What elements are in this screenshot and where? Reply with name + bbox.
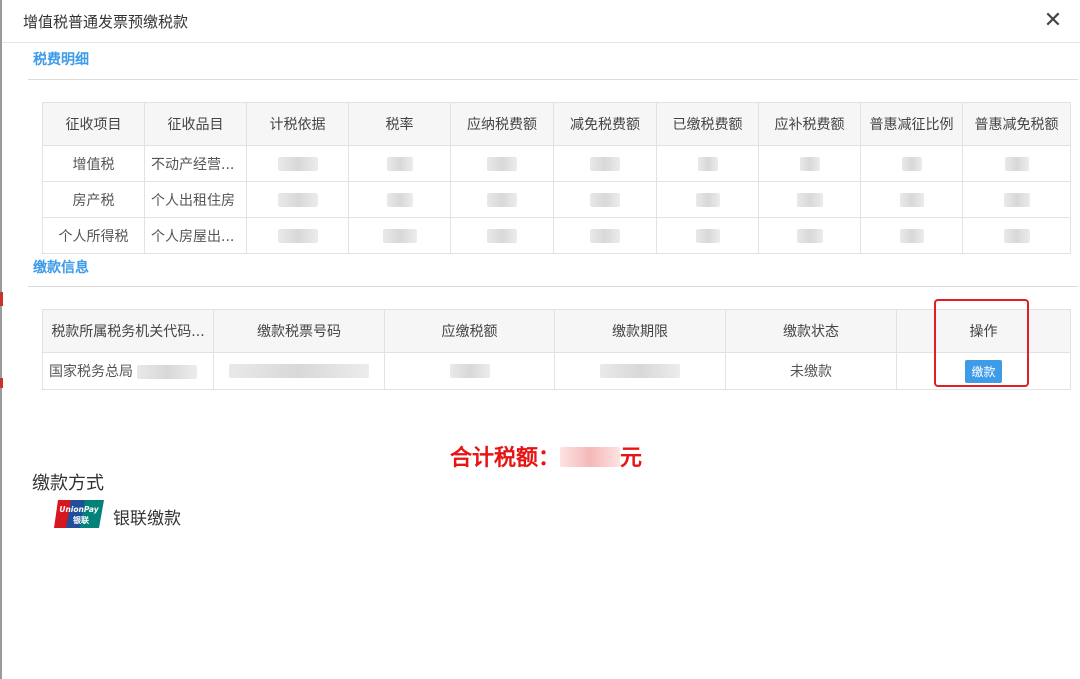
redacted-cell — [758, 217, 861, 254]
redacted-cell — [450, 181, 554, 218]
logo-text-bottom: 银联 — [72, 515, 89, 525]
cell-tax-authority: 国家税务总局 — [42, 352, 214, 390]
unionpay-option-label[interactable]: 银联缴款 — [113, 504, 181, 529]
redacted-cell — [553, 181, 657, 218]
redacted-cell — [962, 145, 1071, 182]
payment-info-table: 税款所属税务机关代码... 缴款税票号码 应缴税额 缴款期限 缴款状态 操作 国… — [42, 309, 1071, 390]
header-payment-status: 缴款状态 — [725, 309, 897, 353]
total-label: 合计税额： — [450, 446, 561, 471]
cell-levy-category: 个人出租住房 — [144, 181, 247, 218]
redacted-cell — [962, 217, 1071, 254]
redacted-cell — [348, 181, 451, 218]
redacted-cell — [860, 217, 963, 254]
table-row: 房产税 个人出租住房 — [42, 181, 1071, 218]
redacted-cell — [554, 352, 726, 390]
redacted-cell — [553, 145, 657, 182]
header-payment-deadline: 缴款期限 — [554, 309, 726, 353]
section-divider — [28, 79, 1078, 80]
table-row: 个人所得税 个人房屋出... — [42, 217, 1071, 254]
section-title-payment-info: 缴款信息 — [33, 260, 89, 276]
redacted-cell — [860, 181, 963, 218]
table-row: 增值税 不动产经营... — [42, 145, 1071, 182]
redacted-cell — [656, 217, 759, 254]
header-reduction-amount: 减免税费额 — [553, 102, 657, 146]
cell-levy-item: 增值税 — [42, 145, 145, 182]
background-mark — [0, 378, 3, 388]
header-paid-amount: 已缴税费额 — [656, 102, 759, 146]
total-tax-amount: 合计税额： 元 — [450, 440, 642, 472]
header-relief-amount: 普惠减免税额 — [962, 102, 1071, 146]
header-tax-due: 应缴税额 — [384, 309, 555, 353]
redacted-cell — [348, 217, 451, 254]
unionpay-logo-icon[interactable]: UnionPay 银联 — [54, 499, 104, 529]
payment-method-title: 缴款方式 — [32, 473, 104, 494]
redacted-cell — [384, 352, 555, 390]
section-divider — [28, 286, 1078, 287]
cell-levy-category: 个人房屋出... — [144, 217, 247, 254]
redacted-cell — [758, 145, 861, 182]
header-levy-category: 征收品目 — [144, 102, 247, 146]
highlight-annotation-box — [934, 299, 1029, 387]
header-supplement-amount: 应补税费额 — [758, 102, 861, 146]
header-tax-rate: 税率 — [348, 102, 451, 146]
redacted-cell — [246, 145, 349, 182]
tax-detail-table: 征收项目 征收品目 计税依据 税率 应纳税费额 减免税费额 已缴税费额 应补税费… — [42, 102, 1071, 254]
window-left-edge — [0, 0, 2, 679]
header-payable-amount: 应纳税费额 — [450, 102, 554, 146]
header-tax-ticket-number: 缴款税票号码 — [213, 309, 385, 353]
tax-authority-name: 国家税务总局 — [49, 364, 133, 380]
payment-table-header-row: 税款所属税务机关代码... 缴款税票号码 应缴税额 缴款期限 缴款状态 操作 — [42, 309, 1071, 353]
cell-payment-status: 未缴款 — [725, 352, 897, 390]
total-unit: 元 — [620, 446, 643, 471]
tax-table-header-row: 征收项目 征收品目 计税依据 税率 应纳税费额 减免税费额 已缴税费额 应补税费… — [42, 102, 1071, 146]
logo-text-top: UnionPay — [59, 505, 99, 514]
redacted-cell — [656, 181, 759, 218]
header-levy-item: 征收项目 — [42, 102, 145, 146]
header-relief-ratio: 普惠减征比例 — [860, 102, 963, 146]
cell-levy-item: 房产税 — [42, 181, 145, 218]
redacted-cell — [246, 217, 349, 254]
redacted-cell — [348, 145, 451, 182]
redacted-cell — [213, 352, 385, 390]
dialog-titlebar: 增值税普通发票预缴税款 ✕ — [2, 0, 1080, 43]
redacted-cell — [450, 145, 554, 182]
redacted-cell — [758, 181, 861, 218]
section-title-tax-detail: 税费明细 — [33, 52, 89, 68]
cell-levy-item: 个人所得税 — [42, 217, 145, 254]
table-row: 国家税务总局 未缴款 缴款 — [42, 352, 1071, 390]
redacted-cell — [553, 217, 657, 254]
cell-levy-category: 不动产经营... — [144, 145, 247, 182]
header-tax-authority-code: 税款所属税务机关代码... — [42, 309, 214, 353]
redacted-cell — [860, 145, 963, 182]
dialog-title: 增值税普通发票预缴税款 — [23, 13, 189, 31]
close-icon[interactable]: ✕ — [1042, 10, 1064, 32]
background-mark — [0, 292, 3, 306]
redacted-cell — [450, 217, 554, 254]
redacted-cell — [246, 181, 349, 218]
redacted-total-value — [560, 447, 621, 467]
redacted-cell — [656, 145, 759, 182]
redacted-cell — [962, 181, 1071, 218]
header-tax-basis: 计税依据 — [246, 102, 349, 146]
